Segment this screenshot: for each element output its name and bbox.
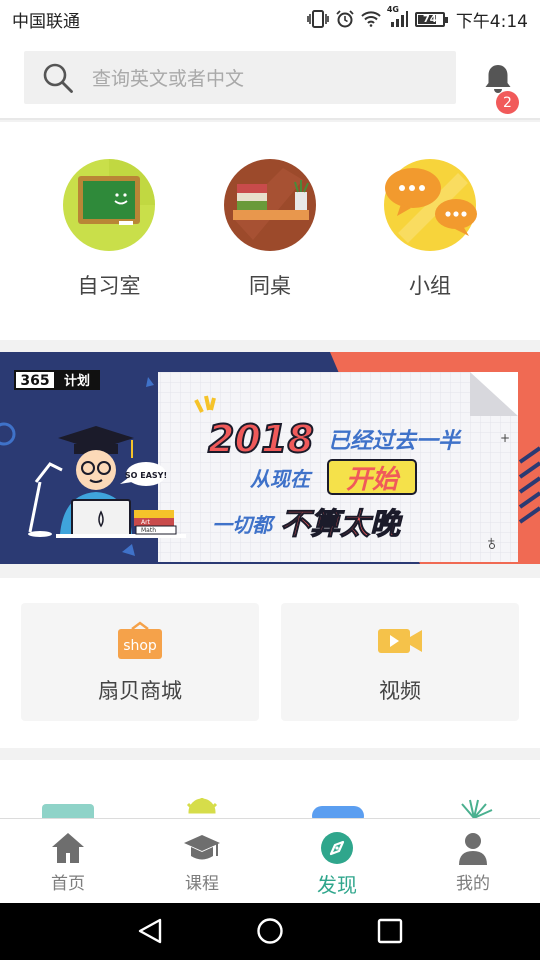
lightbulb-partial-icon[interactable]	[186, 798, 218, 814]
home-icon	[52, 833, 84, 863]
nav-label: 课程	[185, 874, 219, 894]
nav-label: 我的	[456, 874, 490, 894]
graduation-cap-icon	[184, 835, 220, 860]
search-icon	[43, 63, 73, 93]
chalkboard-icon	[63, 159, 155, 251]
headline-line2-a: 从现在	[250, 467, 313, 491]
status-icons: 4G 74 下午4:14	[307, 5, 528, 32]
compass-icon	[321, 832, 353, 864]
svg-text:+: +	[500, 431, 510, 445]
banner-tag-number: 365	[20, 373, 49, 389]
system-navigation-bar	[0, 903, 540, 960]
feature-label: 同桌	[249, 274, 291, 298]
feature-label: 小组	[409, 274, 451, 298]
wifi-icon	[361, 11, 381, 27]
headline-line3-a: 一切都	[212, 513, 276, 537]
search-header: 查询英文或者中文 2	[0, 38, 540, 120]
notification-badge: 2	[496, 91, 519, 114]
nav-label: 发现	[317, 873, 357, 897]
feature-study-room[interactable]: 自习室	[34, 158, 184, 300]
shortcut-cards: shop 扇贝商城 视频	[0, 578, 540, 748]
chat-bubbles-icon	[384, 159, 477, 251]
status-bar: 中国联通 4G 74 下午4:14	[0, 0, 540, 38]
book-label-math: Math	[141, 527, 156, 534]
home-button-icon[interactable]	[256, 917, 284, 945]
banner-tag-text: 计划	[64, 373, 90, 389]
feature-label: 自习室	[77, 274, 141, 298]
battery-icon: 74	[414, 11, 448, 27]
headline-year: 2018	[208, 417, 314, 461]
person-icon	[459, 833, 487, 865]
headline-line2-b: 开始	[346, 465, 401, 495]
clock-time: 下午4:14	[455, 11, 528, 32]
nav-discover[interactable]: 发现	[282, 831, 392, 898]
video-card[interactable]: 视频	[281, 603, 519, 721]
carrier-name: 中国联通	[12, 11, 80, 32]
nav-label: 首页	[51, 874, 85, 894]
search-placeholder: 查询英文或者中文	[92, 68, 245, 90]
plant-partial-icon[interactable]	[461, 799, 493, 819]
headline-part1: 已经过去一半	[328, 428, 462, 454]
nav-home[interactable]: 首页	[13, 831, 123, 894]
vibrate-icon	[307, 10, 329, 28]
card-label: 扇贝商城	[98, 679, 182, 703]
banner-tag: 365 计划	[14, 370, 100, 390]
shop-icon: shop	[118, 621, 162, 659]
cellular-signal-icon: 4G	[387, 5, 408, 27]
search-input[interactable]: 查询英文或者中文	[24, 51, 456, 104]
feature-deskmate[interactable]: 同桌	[195, 158, 345, 300]
bottom-navigation: 首页 课程 发现 我的	[0, 818, 540, 903]
book-label-art: Art	[141, 519, 151, 526]
more-features-strip	[0, 760, 540, 820]
feature-group[interactable]: 小组	[355, 158, 505, 300]
network-type-label: 4G	[386, 5, 399, 14]
back-button-icon[interactable]	[136, 917, 164, 945]
nav-courses[interactable]: 课程	[147, 831, 257, 894]
shop-icon-text: shop	[123, 638, 157, 654]
card-label: 视频	[379, 679, 421, 703]
headline-line3-b: 不算太晚	[280, 507, 403, 542]
video-camera-icon	[378, 629, 422, 653]
promo-banner[interactable]: + + 365 计划 Art Math SO EASY! 2018 已经过去一半…	[0, 352, 540, 564]
bookshelf-icon	[224, 159, 316, 251]
nav-profile[interactable]: 我的	[418, 831, 528, 894]
speech-bubble-text: SO EASY!	[125, 471, 167, 480]
recents-button-icon[interactable]	[377, 917, 403, 945]
battery-level: 74	[422, 13, 437, 25]
alarm-icon	[336, 10, 354, 28]
shop-card[interactable]: shop 扇贝商城	[21, 603, 259, 721]
features-section: 自习室 同桌 小组	[0, 122, 540, 340]
